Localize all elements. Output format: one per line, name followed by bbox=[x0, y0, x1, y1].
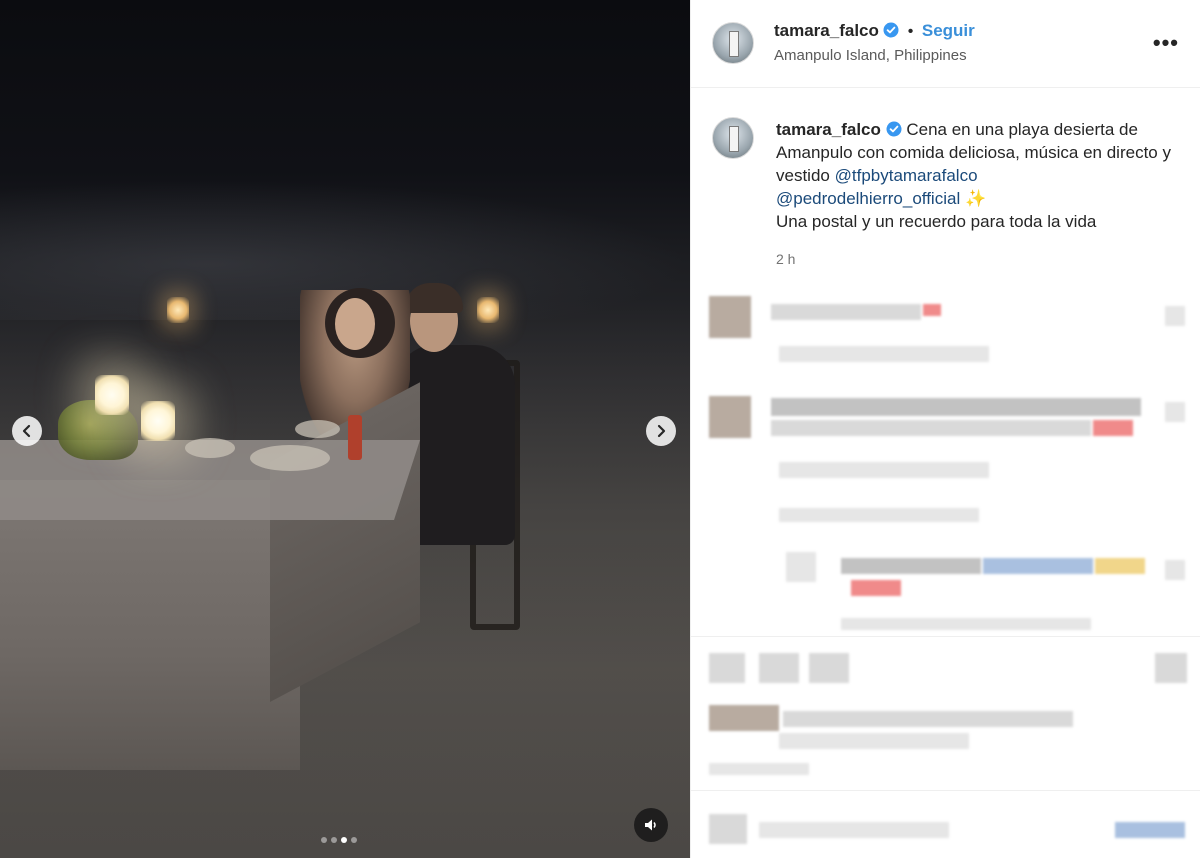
sound-toggle-button[interactable] bbox=[634, 808, 668, 842]
carousel-dot bbox=[331, 837, 337, 843]
comment-avatar bbox=[709, 396, 751, 438]
carousel-indicator bbox=[321, 837, 357, 843]
censored-comments bbox=[691, 290, 1200, 630]
table-lamp-1 bbox=[95, 375, 129, 415]
post-media[interactable] bbox=[0, 0, 690, 858]
person-woman-face bbox=[335, 298, 375, 350]
post-header: tamara_falco • Seguir Amanpulo Island, P… bbox=[691, 0, 1200, 88]
bottle bbox=[348, 415, 362, 460]
censored-comment-input bbox=[691, 800, 1200, 858]
more-options-button[interactable]: ••• bbox=[1153, 30, 1179, 56]
table-cloth-front bbox=[0, 480, 300, 770]
censored-action-bar bbox=[691, 645, 1200, 785]
post-timestamp: 2 h bbox=[776, 251, 796, 267]
carousel-dot bbox=[321, 837, 327, 843]
mention-link[interactable]: @pedrodelhierro_official bbox=[776, 189, 960, 208]
verified-badge-icon bbox=[886, 121, 902, 137]
location-link[interactable]: Amanpulo Island, Philippines bbox=[774, 47, 967, 64]
header-separator: • bbox=[907, 23, 914, 40]
comment-avatar bbox=[709, 296, 751, 338]
divider bbox=[691, 790, 1200, 791]
plate bbox=[295, 420, 340, 438]
chevron-left-icon bbox=[22, 424, 31, 438]
hanging-lantern-right bbox=[477, 297, 499, 323]
mention-link[interactable]: @tfpbytamarafalco bbox=[835, 166, 978, 185]
chevron-right-icon bbox=[657, 424, 666, 438]
post-caption: tamara_falco Cena en una playa desierta … bbox=[776, 118, 1176, 233]
plate bbox=[250, 445, 330, 471]
post-side-panel: tamara_falco • Seguir Amanpulo Island, P… bbox=[690, 0, 1200, 858]
carousel-dot bbox=[351, 837, 357, 843]
table-lamp-2 bbox=[141, 401, 175, 441]
caption-text-2: Una postal y un recuerdo para toda la vi… bbox=[776, 212, 1097, 231]
header-user-row: tamara_falco • Seguir bbox=[774, 21, 975, 41]
username-link[interactable]: tamara_falco bbox=[774, 21, 879, 40]
caption-avatar[interactable] bbox=[712, 117, 754, 159]
hanging-lantern-left bbox=[167, 297, 189, 323]
follow-button[interactable]: Seguir bbox=[922, 21, 975, 40]
sparkle-emoji: ✨ bbox=[964, 189, 987, 208]
carousel-next-button[interactable] bbox=[646, 416, 676, 446]
carousel-prev-button[interactable] bbox=[12, 416, 42, 446]
speaker-icon bbox=[645, 819, 656, 831]
verified-badge-icon bbox=[883, 22, 899, 38]
caption-username[interactable]: tamara_falco bbox=[776, 120, 881, 139]
plate bbox=[185, 438, 235, 458]
carousel-dot-active bbox=[341, 837, 347, 843]
avatar[interactable] bbox=[712, 22, 754, 64]
divider bbox=[691, 636, 1200, 637]
